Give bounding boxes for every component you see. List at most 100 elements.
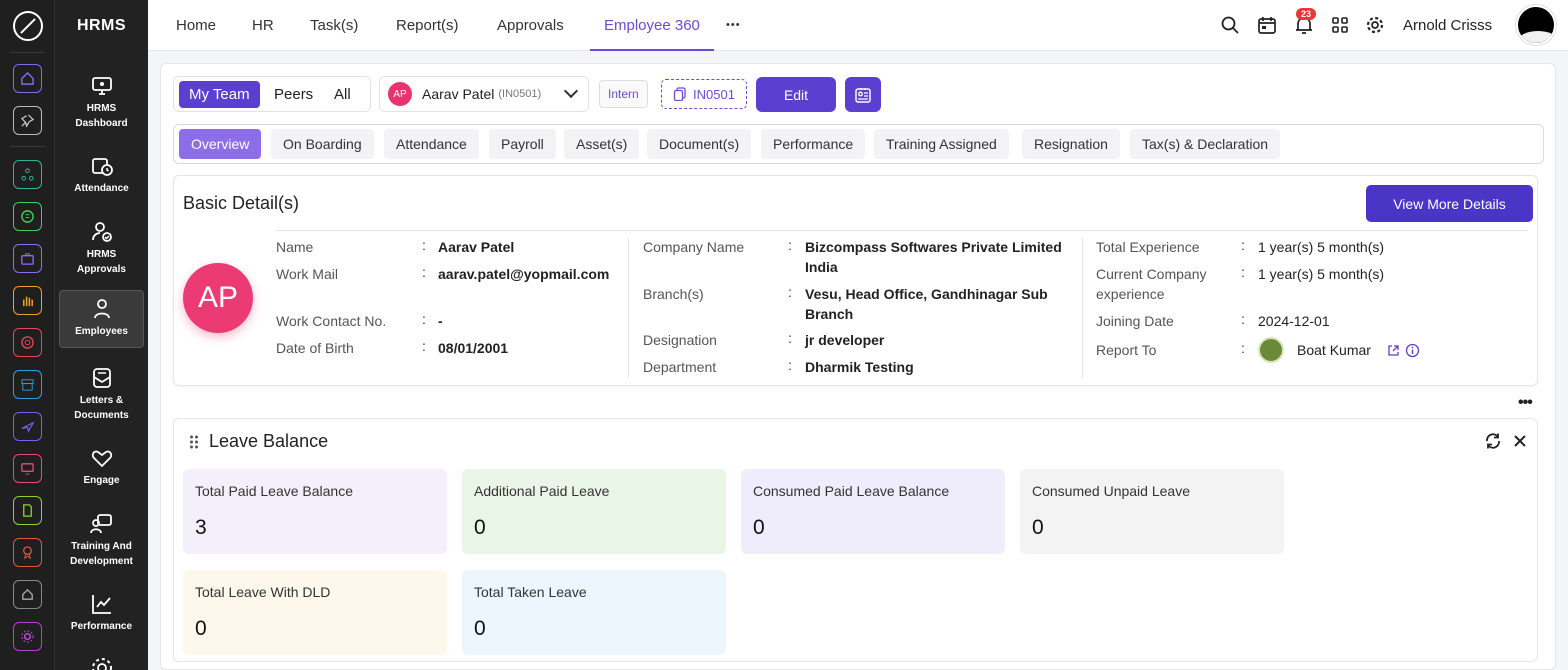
field-value-joining-date: 2024-12-01 — [1258, 313, 1330, 329]
nav-hr[interactable]: HR — [252, 0, 274, 51]
nav-home[interactable]: Home — [176, 0, 216, 51]
external-link-icon[interactable] — [1387, 344, 1400, 357]
field-colon: : — [1241, 340, 1245, 356]
close-icon[interactable] — [1511, 432, 1529, 450]
field-label-company-name: Company Name — [643, 239, 745, 255]
leave-card-consumed-unpaid: Consumed Unpaid Leave 0 — [1020, 469, 1284, 554]
leave-card-additional-paid: Additional Paid Leave 0 — [462, 469, 726, 554]
edit-button[interactable]: Edit — [756, 77, 836, 112]
nav-reports[interactable]: Report(s) — [396, 0, 459, 51]
tab-payroll[interactable]: Payroll — [489, 129, 556, 159]
sidebar-item-hrms-dashboard[interactable]: HRMS Dashboard — [59, 68, 144, 131]
report-to-avatar — [1258, 337, 1284, 363]
employee-tabs: Overview On Boarding Attendance Payroll … — [173, 124, 1544, 164]
org-chart-icon[interactable] — [13, 160, 42, 189]
info-icon[interactable] — [1405, 343, 1420, 358]
sidebar-item-label: Performance — [70, 621, 133, 632]
plane-icon[interactable] — [13, 412, 42, 441]
notification-badge: 23 — [1296, 8, 1317, 20]
app-logo-icon[interactable] — [13, 11, 43, 41]
leave-card-total-taken: Total Taken Leave 0 — [462, 570, 726, 655]
field-colon: : — [788, 284, 792, 300]
tab-tax-declaration[interactable]: Tax(s) & Declaration — [1130, 129, 1281, 159]
sidebar-item-attendance[interactable]: Attendance — [59, 148, 144, 196]
nav-tasks[interactable]: Task(s) — [310, 0, 358, 51]
sidebar-item-label: Engage — [83, 475, 120, 486]
sidebar-item-settings[interactable] — [59, 650, 144, 670]
settings-icon[interactable] — [1365, 15, 1385, 35]
employee-select[interactable]: AP Aarav Patel (IN0501) — [379, 76, 589, 112]
monitor-icon[interactable] — [13, 454, 42, 483]
id-card-button[interactable] — [845, 77, 881, 112]
nav-approvals[interactable]: Approvals — [497, 0, 564, 51]
document-icon[interactable] — [13, 496, 42, 525]
field-value-work-contact: - — [438, 313, 443, 329]
tab-documents[interactable]: Document(s) — [647, 129, 752, 159]
sidebar-item-label: Training And — [71, 541, 132, 552]
field-value-company-name: Bizcompass Softwares Private Limited Ind… — [805, 239, 1062, 275]
nav-employee-360[interactable]: Employee 360 — [590, 0, 714, 51]
column-divider — [628, 238, 629, 378]
field-label-work-contact: Work Contact No. — [276, 313, 387, 329]
tab-performance[interactable]: Performance — [761, 129, 866, 159]
tab-resignation[interactable]: Resignation — [1022, 129, 1120, 159]
drag-handle-icon[interactable] — [189, 435, 199, 449]
target-icon[interactable] — [13, 328, 42, 357]
leave-card-total-dld: Total Leave With DLD 0 — [183, 570, 447, 655]
nav-more-button[interactable]: ••• — [726, 0, 741, 51]
copy-employee-code[interactable]: IN0501 — [661, 79, 747, 109]
tab-attendance[interactable]: Attendance — [384, 129, 479, 159]
field-label-report-to: Report To — [1096, 342, 1157, 358]
leave-card-label: Total Taken Leave — [474, 584, 587, 600]
field-label-date-of-birth: Date of Birth — [276, 340, 354, 356]
segment-all[interactable]: All — [324, 81, 361, 108]
user-avatar[interactable] — [1516, 5, 1556, 45]
refresh-icon[interactable] — [1484, 432, 1502, 450]
tab-on-boarding[interactable]: On Boarding — [271, 129, 374, 159]
leave-card-value: 0 — [195, 617, 207, 640]
view-more-details-button[interactable]: View More Details — [1366, 185, 1533, 222]
field-colon: : — [422, 237, 426, 253]
sidebar-item-training-development[interactable]: Training And Development — [59, 506, 144, 569]
employee-type-tag: Intern — [599, 80, 648, 108]
sidebar-item-label: Dashboard — [75, 118, 128, 129]
leave-card-label: Consumed Unpaid Leave — [1032, 483, 1190, 499]
sidebar-item-employees[interactable]: Employees — [59, 290, 144, 348]
search-icon[interactable] — [1220, 15, 1240, 35]
award-icon[interactable] — [13, 538, 42, 567]
money-icon[interactable] — [13, 202, 42, 231]
hand-icon[interactable] — [13, 286, 42, 315]
field-value-report-to[interactable]: Boat Kumar — [1297, 340, 1371, 360]
tab-assets[interactable]: Asset(s) — [564, 129, 640, 159]
rail-divider — [10, 146, 45, 147]
pin-icon[interactable] — [13, 106, 42, 135]
tab-overview[interactable]: Overview — [179, 129, 262, 159]
leave-card-label: Total Paid Leave Balance — [195, 483, 353, 499]
segment-my-team[interactable]: My Team — [179, 81, 260, 108]
sidebar-item-performance[interactable]: Performance — [59, 586, 144, 634]
calendar-icon[interactable] — [1257, 15, 1277, 35]
gear-icon — [91, 658, 112, 670]
field-colon: : — [422, 264, 426, 280]
leave-card-label: Total Leave With DLD — [195, 584, 331, 600]
trend-chart-icon — [91, 595, 111, 614]
settings-gear-icon[interactable] — [13, 622, 42, 651]
archive-icon[interactable] — [13, 370, 42, 399]
user-name[interactable]: Arnold Crisss — [1403, 0, 1492, 51]
sidebar-item-letters-documents[interactable]: Letters & Documents — [59, 360, 144, 423]
briefcase-icon[interactable] — [13, 244, 42, 273]
field-colon: : — [788, 237, 792, 253]
tab-training-assigned[interactable]: Training Assigned — [874, 129, 1009, 159]
calendar-clock-icon — [91, 158, 113, 176]
sidebar-item-hrms-approvals[interactable]: HRMS Approvals — [59, 214, 144, 277]
field-value-date-of-birth: 08/01/2001 — [438, 340, 509, 356]
leave-card-value: 0 — [753, 516, 765, 539]
house-icon[interactable] — [13, 580, 42, 609]
sidebar-item-engage[interactable]: Engage — [59, 440, 144, 488]
segment-peers[interactable]: Peers — [264, 81, 323, 108]
presentation-icon — [89, 514, 112, 534]
home-icon[interactable] — [13, 64, 42, 93]
more-options-icon[interactable]: ••• — [1518, 394, 1533, 412]
apps-grid-icon[interactable] — [1330, 15, 1350, 35]
rail-divider — [10, 52, 45, 53]
